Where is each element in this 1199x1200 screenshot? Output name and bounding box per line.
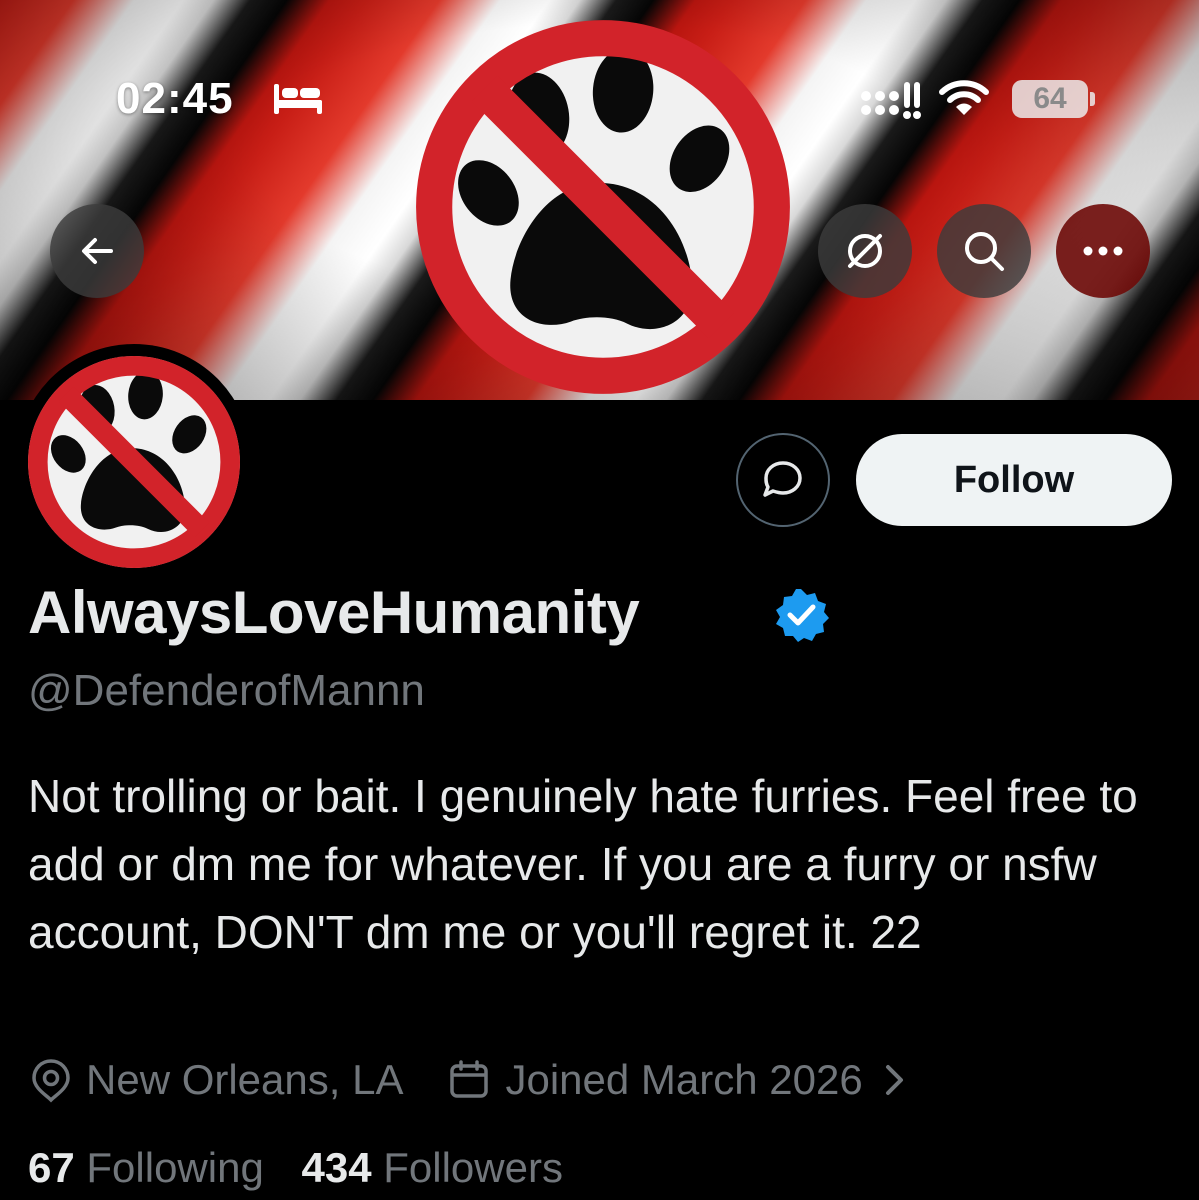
status-bar: 02:45 64 bbox=[0, 0, 1199, 200]
grok-button[interactable] bbox=[818, 204, 912, 298]
chevron-right-icon[interactable] bbox=[879, 1062, 909, 1098]
search-icon bbox=[965, 232, 1004, 271]
no-paw-sign-avatar bbox=[28, 356, 240, 568]
calendar-icon bbox=[450, 1060, 489, 1098]
bed-icon bbox=[274, 84, 322, 114]
message-bubble-icon bbox=[763, 461, 802, 497]
handle: @DefenderofMannn bbox=[28, 666, 425, 715]
message-button[interactable] bbox=[736, 433, 830, 527]
location-text: New Orleans, LA bbox=[86, 1056, 404, 1103]
more-icon bbox=[1083, 246, 1123, 256]
following-stat[interactable]: 67 Following bbox=[28, 1144, 264, 1191]
back-arrow-icon bbox=[82, 238, 113, 264]
followers-stat[interactable]: 434 Followers bbox=[301, 1144, 562, 1191]
following-label: Following bbox=[86, 1144, 264, 1191]
status-time: 02:45 bbox=[116, 74, 234, 123]
location-pin-icon bbox=[32, 1059, 70, 1103]
wifi-icon bbox=[939, 80, 989, 115]
signal-icon bbox=[861, 82, 921, 119]
avatar[interactable] bbox=[16, 344, 252, 580]
joined-date[interactable]: Joined March 2026 bbox=[505, 1056, 862, 1104]
follow-stats: 67 Following 434 Followers bbox=[28, 1144, 563, 1192]
grok-icon bbox=[848, 234, 882, 268]
bio: Not trolling or bait. I genuinely hate f… bbox=[28, 770, 1138, 958]
profile-meta: New Orleans, LA Joined March 2026 bbox=[28, 1052, 909, 1108]
more-button[interactable] bbox=[1056, 204, 1150, 298]
avatar-image bbox=[28, 356, 240, 568]
follow-button[interactable]: Follow bbox=[856, 434, 1172, 526]
back-button[interactable] bbox=[50, 204, 144, 298]
display-name: AlwaysLoveHumanity bbox=[28, 579, 640, 646]
battery-icon: 64 bbox=[1012, 80, 1088, 118]
search-button[interactable] bbox=[937, 204, 1031, 298]
followers-count: 434 bbox=[301, 1144, 372, 1191]
verified-badge-icon[interactable] bbox=[772, 586, 830, 644]
following-count: 67 bbox=[28, 1144, 75, 1191]
battery-tip bbox=[1090, 92, 1095, 106]
followers-label: Followers bbox=[383, 1144, 563, 1191]
